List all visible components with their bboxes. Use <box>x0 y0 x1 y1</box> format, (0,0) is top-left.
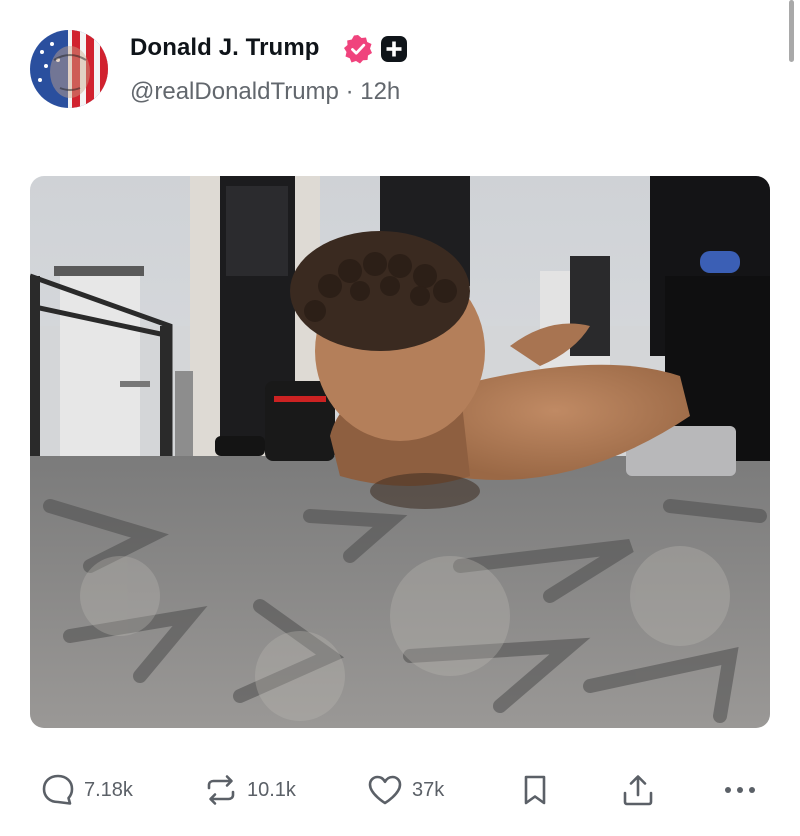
avatar-image <box>30 30 108 108</box>
repost-count: 10.1k <box>247 778 296 801</box>
more-dots-icon <box>722 772 758 808</box>
bookmark-icon <box>520 772 550 808</box>
like-count: 37k <box>412 778 445 801</box>
verified-badge-icon <box>343 34 373 64</box>
heart-icon <box>366 772 404 808</box>
comment-bubble-icon <box>40 772 76 808</box>
bookmark-button[interactable] <box>520 770 550 810</box>
repost-arrows-icon <box>203 772 239 808</box>
more-button[interactable] <box>722 770 758 810</box>
repost-button[interactable]: 10.1k <box>203 770 296 810</box>
share-upload-icon <box>620 772 656 808</box>
meta-separator: · <box>345 78 354 105</box>
post-photo <box>30 176 770 728</box>
reply-count: 7.18k <box>84 778 133 801</box>
post-header: Donald J. Trump @realDonaldTrump · 12h <box>30 30 770 112</box>
reply-button[interactable]: 7.18k <box>40 770 133 810</box>
avatar[interactable] <box>30 30 108 108</box>
like-button[interactable]: 37k <box>366 770 444 810</box>
author-name[interactable]: Donald J. Trump <box>130 34 320 62</box>
post-time[interactable]: 12h <box>360 78 400 105</box>
author-handle[interactable]: @realDonaldTrump <box>130 78 339 105</box>
share-button[interactable] <box>620 770 656 810</box>
scrollbar[interactable] <box>789 0 794 62</box>
action-bar: 7.18k 10.1k 37k <box>0 760 800 820</box>
post-meta: @realDonaldTrump · 12h <box>130 78 400 106</box>
post-image[interactable] <box>30 176 770 728</box>
plus-square-icon[interactable] <box>381 36 407 62</box>
